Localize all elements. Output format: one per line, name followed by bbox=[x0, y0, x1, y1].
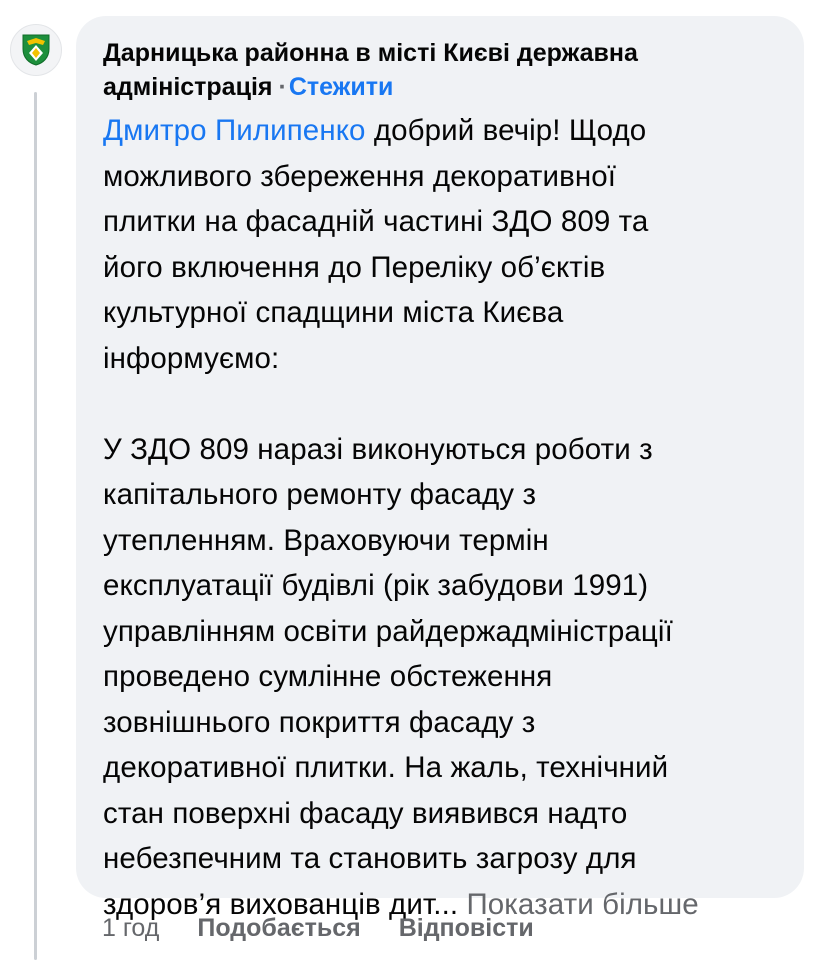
separator-dot: · bbox=[278, 73, 287, 101]
mention-link[interactable]: Дмитро Пилипенко bbox=[103, 114, 366, 147]
comment-timestamp[interactable]: 1 год bbox=[102, 908, 159, 948]
comment-actions: 1 год Подобається Відповісти bbox=[102, 908, 572, 948]
district-coat-of-arms-icon bbox=[22, 34, 50, 66]
comment-header: Дарницька районна в місті Києві державна… bbox=[103, 36, 784, 104]
avatar[interactable] bbox=[10, 24, 62, 76]
comment-text: Дмитро Пилипенко добрий вечір! Щодо можл… bbox=[103, 108, 784, 927]
reply-button[interactable]: Відповісти bbox=[399, 908, 534, 948]
comment-bubble: Дарницька районна в місті Києві державна… bbox=[76, 16, 804, 921]
thread-line bbox=[34, 92, 37, 960]
comment-body: добрий вечір! Щодо можливого збереження … bbox=[103, 114, 673, 921]
like-button[interactable]: Подобається bbox=[197, 908, 360, 948]
follow-button[interactable]: Стежити bbox=[289, 73, 394, 101]
